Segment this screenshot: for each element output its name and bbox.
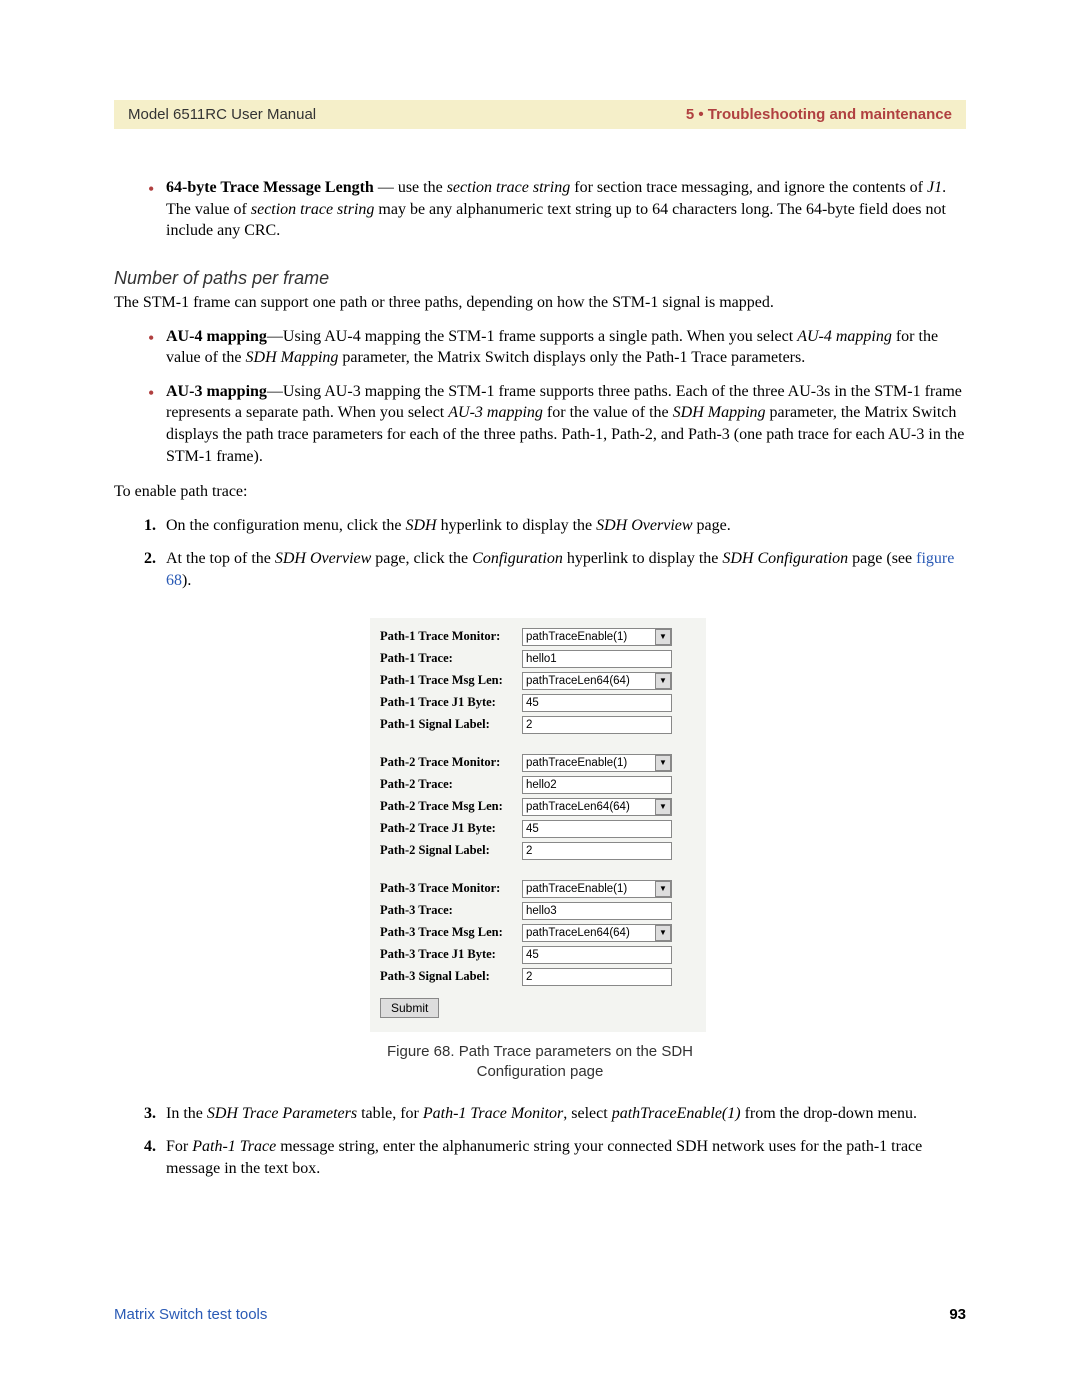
enable-steps: On the configuration menu, click the SDH… [114,515,966,592]
path2-j1-label: Path-2 Trace J1 Byte: [380,820,522,837]
path3-trace-label: Path-3 Trace: [380,902,522,919]
figure-caption: Figure 68. Path Trace parameters on the … [370,1042,710,1083]
trace-length-bullet: 64-byte Trace Message Length — use the s… [148,177,966,242]
path3-sig-input[interactable]: 2 [522,968,672,986]
step-1: On the configuration menu, click the SDH… [148,515,966,537]
header-model: Model 6511RC User Manual [128,106,316,123]
path2-msglen-label: Path-2 Trace Msg Len: [380,798,522,815]
step-2: At the top of the SDH Overview page, cli… [148,548,966,591]
mapping-bullets: AU-4 mapping—Using AU-4 mapping the STM-… [114,326,966,468]
path1-sig-label: Path-1 Signal Label: [380,716,522,733]
path1-j1-label: Path-1 Trace J1 Byte: [380,694,522,711]
path1-msglen-label: Path-1 Trace Msg Len: [380,672,522,689]
path2-trace-input[interactable]: hello2 [522,776,672,794]
path2-monitor-select[interactable]: pathTraceEnable(1)▼ [522,754,672,772]
paths-intro: The STM-1 frame can support one path or … [114,292,966,314]
path1-j1-input[interactable]: 45 [522,694,672,712]
chevron-down-icon: ▼ [655,755,671,771]
sdh-config-form: Path-1 Trace Monitor: pathTraceEnable(1)… [370,618,706,1033]
path3-monitor-select[interactable]: pathTraceEnable(1)▼ [522,880,672,898]
path2-msglen-select[interactable]: pathTraceLen64(64)▼ [522,798,672,816]
path2-trace-label: Path-2 Trace: [380,776,522,793]
chevron-down-icon: ▼ [655,881,671,897]
page-header: Model 6511RC User Manual 5 • Troubleshoo… [114,100,966,129]
path1-monitor-label: Path-1 Trace Monitor: [380,628,522,645]
chevron-down-icon: ▼ [655,629,671,645]
path3-sig-label: Path-3 Signal Label: [380,968,522,985]
submit-button[interactable]: Submit [380,998,439,1018]
path3-j1-input[interactable]: 45 [522,946,672,964]
page-number: 93 [949,1306,966,1323]
au3-bullet: AU-3 mapping—Using AU-3 mapping the STM-… [148,381,966,467]
figure-68: Path-1 Trace Monitor: pathTraceEnable(1)… [370,618,710,1083]
enable-steps-cont: In the SDH Trace Parameters table, for P… [114,1103,966,1180]
path3-monitor-label: Path-3 Trace Monitor: [380,880,522,897]
path3-msglen-label: Path-3 Trace Msg Len: [380,924,522,941]
path1-trace-input[interactable]: hello1 [522,650,672,668]
step-3: In the SDH Trace Parameters table, for P… [148,1103,966,1125]
path3-trace-input[interactable]: hello3 [522,902,672,920]
enable-intro: To enable path trace: [114,481,966,503]
step-4: For Path-1 Trace message string, enter t… [148,1136,966,1179]
chevron-down-icon: ▼ [655,925,671,941]
subhead-paths: Number of paths per frame [114,266,966,290]
footer-section: Matrix Switch test tools [114,1306,267,1323]
path1-sig-input[interactable]: 2 [522,716,672,734]
path2-sig-label: Path-2 Signal Label: [380,842,522,859]
chevron-down-icon: ▼ [655,673,671,689]
path2-monitor-label: Path-2 Trace Monitor: [380,754,522,771]
path1-monitor-select[interactable]: pathTraceEnable(1)▼ [522,628,672,646]
trace-length-lead: 64-byte Trace Message Length [166,179,374,196]
trace-length-bullet-list: 64-byte Trace Message Length — use the s… [114,177,966,242]
page-footer: Matrix Switch test tools 93 [114,1306,966,1323]
chevron-down-icon: ▼ [655,799,671,815]
header-chapter: 5 • Troubleshooting and maintenance [686,106,952,123]
path1-trace-label: Path-1 Trace: [380,650,522,667]
path1-msglen-select[interactable]: pathTraceLen64(64)▼ [522,672,672,690]
path3-msglen-select[interactable]: pathTraceLen64(64)▼ [522,924,672,942]
path2-j1-input[interactable]: 45 [522,820,672,838]
au4-bullet: AU-4 mapping—Using AU-4 mapping the STM-… [148,326,966,369]
path3-j1-label: Path-3 Trace J1 Byte: [380,946,522,963]
path2-sig-input[interactable]: 2 [522,842,672,860]
